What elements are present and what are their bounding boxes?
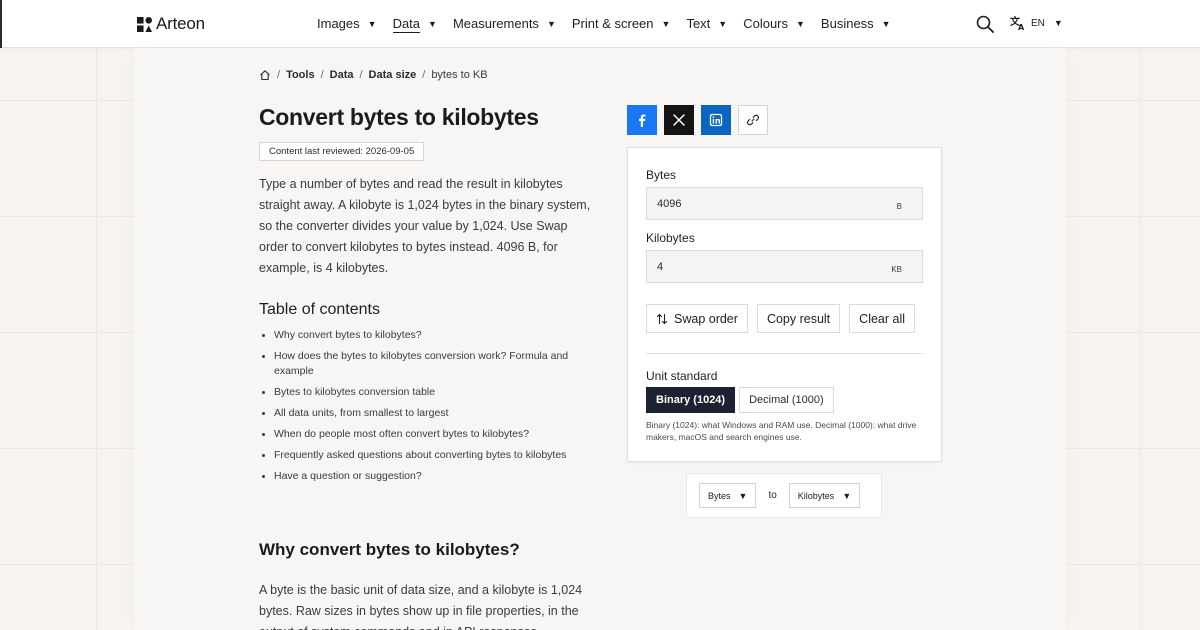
copy-result-button[interactable]: Copy result <box>756 304 841 333</box>
toc-item[interactable]: Why convert bytes to kilobytes? <box>259 328 599 343</box>
toc-title: Table of contents <box>259 301 380 318</box>
facebook-icon <box>639 114 646 127</box>
nav-item-images[interactable]: Images ▼ <box>317 0 377 48</box>
breadcrumb: / Tools / Data / Data size / bytes to KB <box>259 69 488 81</box>
bytes-unit-suffix: B <box>896 202 902 211</box>
bytes-input-value: 4096 <box>657 197 682 210</box>
caret-down-icon: ▼ <box>842 490 852 501</box>
nav-item-data[interactable]: Data ▼ <box>392 0 437 48</box>
breadcrumb-separator: / <box>359 69 363 81</box>
kilobytes-input-value: 4 <box>657 260 664 273</box>
review-date-badge: Content last reviewed: 2026-09-05 <box>259 142 425 161</box>
section-heading: Why convert bytes to kilobytes? <box>259 540 520 559</box>
breadcrumb-separator: / <box>277 69 281 81</box>
caret-down-icon: ▼ <box>1053 18 1063 28</box>
swap-order-label: Swap order <box>674 311 738 326</box>
breadcrumb-current: bytes to KB <box>431 69 488 81</box>
card-divider <box>646 353 923 354</box>
copy-result-label: Copy result <box>766 311 831 326</box>
search-button[interactable] <box>976 15 994 33</box>
caret-down-icon: ▼ <box>796 19 805 29</box>
unit-standard-label: Unit standard <box>646 369 718 383</box>
swap-arrows-icon <box>656 313 668 324</box>
nav-item-label: Images <box>317 16 360 31</box>
caret-down-icon: ▼ <box>718 19 728 29</box>
kilobytes-unit-suffix: KB <box>891 265 902 274</box>
unit-standard-toggle: Binary (1024) Decimal (1000) <box>646 387 834 413</box>
table-of-contents: Why convert bytes to kilobytes? How does… <box>259 328 599 490</box>
x-icon <box>673 114 685 126</box>
caret-down-icon: ▼ <box>428 19 437 29</box>
toc-item[interactable]: All data units, from smallest to largest <box>259 406 599 421</box>
top-navigation-bar: Arteon Images ▼ Data ▼ Measurements ▼ Pr… <box>0 0 1200 48</box>
toc-item[interactable]: Bytes to kilobytes conversion table <box>259 385 599 400</box>
section-paragraph: A byte is the basic unit of data size, a… <box>259 583 583 630</box>
brand-name: Arteon <box>156 14 205 33</box>
language-selector[interactable]: 文 A EN ▼ <box>1010 15 1063 31</box>
to-unit-value: Kilobytes <box>797 490 835 501</box>
clear-all-button[interactable]: Clear all <box>849 304 916 333</box>
caret-down-icon: ▼ <box>661 19 671 29</box>
binary-standard-option[interactable]: Binary (1024) <box>646 387 736 413</box>
nav-item-text[interactable]: Text ▼ <box>686 0 727 48</box>
nav-item-label: Print & screen <box>571 16 654 31</box>
caret-down-icon: ▼ <box>881 19 891 29</box>
link-icon <box>746 114 760 126</box>
toc-item[interactable]: How does the bytes to kilobytes conversi… <box>259 349 599 379</box>
nav-item-print-screen[interactable]: Print & screen ▼ <box>572 0 671 48</box>
kilobytes-field-label: Kilobytes <box>646 231 695 245</box>
toc-item[interactable]: When do people most often convert bytes … <box>259 427 599 442</box>
brand-logo-icon <box>137 16 152 32</box>
toc-item[interactable]: Frequently asked questions about convert… <box>259 448 599 463</box>
nav-item-label: Business <box>820 16 874 31</box>
breadcrumb-separator: / <box>422 69 426 81</box>
share-x-button[interactable] <box>664 105 694 135</box>
breadcrumb-data-size[interactable]: Data size <box>369 69 417 81</box>
search-icon <box>976 15 994 33</box>
to-unit-select[interactable]: Kilobytes ▼ <box>788 483 861 508</box>
translate-icon: 文 A <box>1010 15 1025 31</box>
nav-item-label: Text <box>686 16 711 31</box>
converter-card: Bytes 4096 B Kilobytes 4 KB Swap order C… <box>627 147 942 462</box>
caret-down-icon: ▼ <box>546 19 556 29</box>
caret-down-icon: ▼ <box>367 19 377 29</box>
svg-text:A: A <box>1018 23 1025 31</box>
from-unit-select[interactable]: Bytes ▼ <box>699 483 757 508</box>
share-linkedin-button[interactable] <box>701 105 731 135</box>
decimal-standard-option[interactable]: Decimal (1000) <box>739 387 834 413</box>
home-icon[interactable] <box>259 69 271 81</box>
converter-actions: Swap order Copy result Clear all <box>646 304 916 333</box>
intro-paragraph: Type a number of bytes and read the resu… <box>259 177 591 275</box>
unit-standard-note: Binary (1024): what Windows and RAM use.… <box>646 420 917 442</box>
nav-item-business[interactable]: Business ▼ <box>821 0 891 48</box>
unit-connector: to <box>768 490 777 501</box>
from-unit-value: Bytes <box>708 490 731 501</box>
bytes-input[interactable]: 4096 B <box>646 187 923 220</box>
nav-item-label: Measurements <box>452 16 539 31</box>
breadcrumb-separator: / <box>320 69 324 81</box>
page-title: Convert bytes to kilobytes <box>259 104 539 130</box>
nav-item-label: Colours <box>743 16 788 31</box>
swap-order-button[interactable]: Swap order <box>646 304 748 333</box>
kilobytes-input[interactable]: 4 KB <box>646 250 923 283</box>
nav-item-label: Data <box>392 15 421 33</box>
brand-logo[interactable]: Arteon <box>137 13 205 35</box>
language-code: EN <box>1031 17 1045 29</box>
unit-pair-selector: Bytes ▼ to Kilobytes ▼ <box>686 473 882 518</box>
clear-all-label: Clear all <box>859 311 906 326</box>
bytes-field-label: Bytes <box>646 168 677 182</box>
main-navigation: Images ▼ Data ▼ Measurements ▼ Print & s… <box>317 0 907 48</box>
window-edge <box>0 0 2 48</box>
breadcrumb-tools[interactable]: Tools <box>286 69 315 81</box>
nav-item-measurements[interactable]: Measurements ▼ <box>453 0 556 48</box>
breadcrumb-data[interactable]: Data <box>330 69 354 81</box>
toc-item[interactable]: Have a question or suggestion? <box>259 469 599 484</box>
linkedin-icon <box>709 113 723 127</box>
copy-link-button[interactable] <box>738 105 768 135</box>
caret-down-icon: ▼ <box>738 490 748 501</box>
share-buttons <box>627 105 768 135</box>
share-facebook-button[interactable] <box>627 105 657 135</box>
nav-item-colours[interactable]: Colours ▼ <box>743 0 805 48</box>
